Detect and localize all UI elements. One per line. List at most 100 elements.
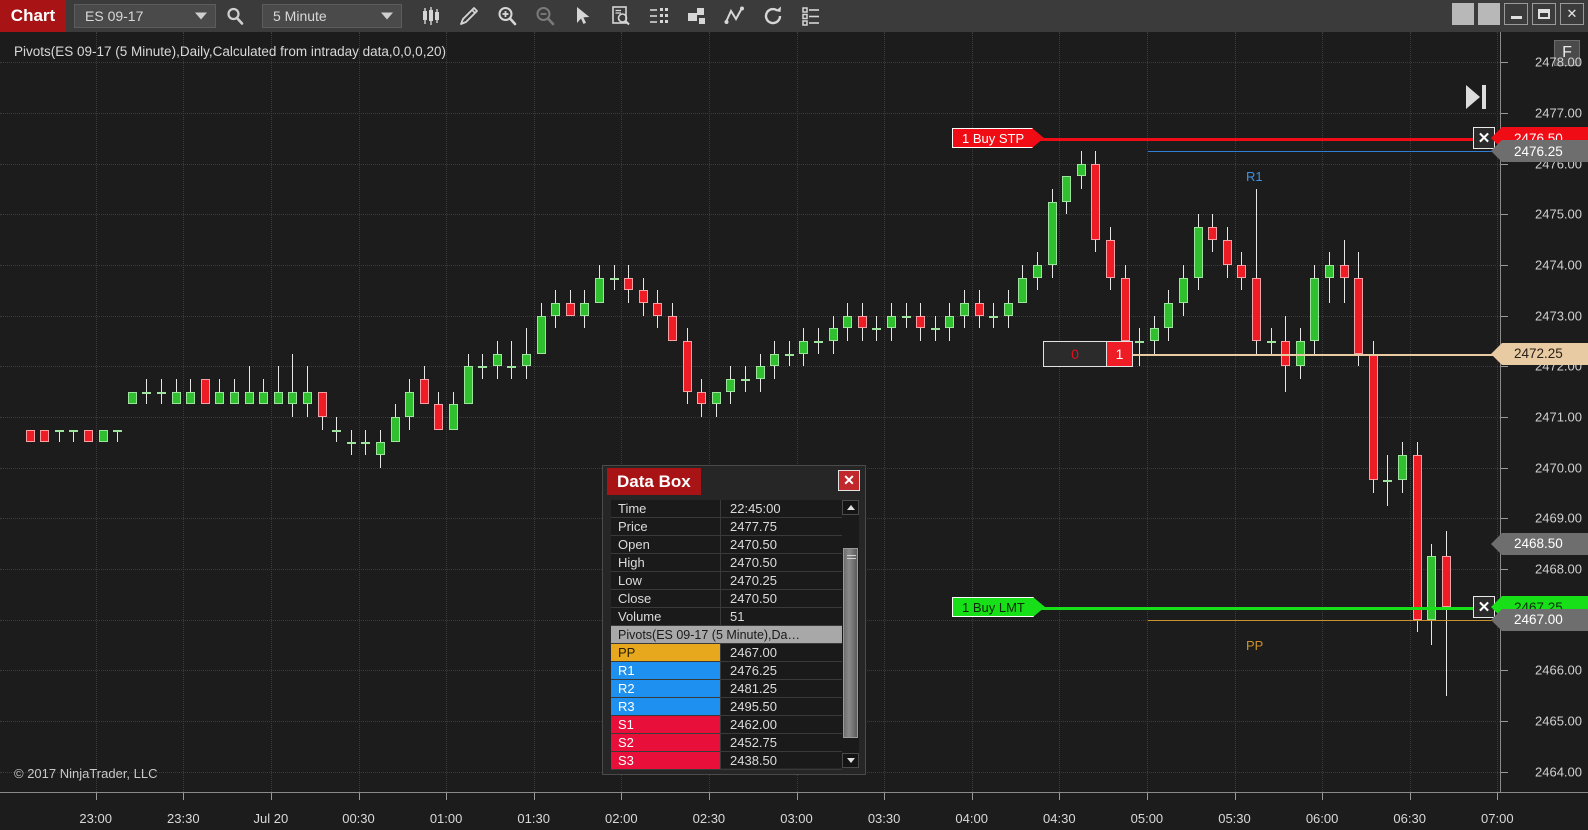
candlestick — [229, 379, 239, 405]
candlestick — [799, 328, 809, 367]
time-gridline — [358, 32, 360, 792]
close-button[interactable]: ✕ — [1560, 3, 1584, 25]
pp-indicator-label: PP — [1246, 637, 1264, 653]
pp-pivot-line[interactable] — [1148, 619, 1500, 621]
candle-body — [521, 353, 531, 367]
data-box-row[interactable]: Price 2477.75 — [611, 518, 842, 536]
period-selector[interactable]: 5 Minute — [262, 4, 402, 28]
candle-body — [536, 315, 546, 354]
data-box-row[interactable]: R1 2476.25 — [611, 662, 842, 680]
minimize-button[interactable] — [1504, 3, 1528, 25]
price-gridline — [0, 265, 1500, 267]
buy-limit-order-line[interactable] — [1035, 607, 1500, 611]
price-tick-label: 2477.00 — [1535, 105, 1582, 121]
candle-body — [1062, 176, 1072, 202]
candlestick — [1149, 315, 1159, 354]
title-bar: Chart ES 09-17 5 Minute ✕ — [0, 0, 1588, 32]
price-marker-value: 2467.00 — [1514, 612, 1563, 628]
price-axis[interactable]: F 2478.00 2477.00 2476.00 2475.00 2474.00 247… — [1491, 32, 1588, 792]
price-tick-label: 2470.00 — [1535, 460, 1582, 476]
entry-price-marker[interactable]: 2472.25 — [1491, 342, 1588, 365]
candle-body — [492, 353, 502, 367]
candle-body — [930, 328, 940, 331]
data-box-row[interactable]: Volume 51 — [611, 608, 842, 626]
workspace-block-one[interactable] — [1452, 3, 1474, 25]
candle-body — [1251, 277, 1261, 342]
candle-body — [1003, 303, 1013, 316]
data-box-close-button[interactable]: ✕ — [838, 470, 860, 491]
data-box-row[interactable]: Low 2470.25 — [611, 572, 842, 590]
candle-body — [1354, 277, 1364, 354]
candle-wick — [1328, 252, 1330, 304]
candle-body — [770, 353, 780, 367]
magnifier-icon[interactable] — [216, 0, 254, 32]
properties-icon[interactable] — [792, 0, 830, 32]
data-box-row[interactable]: S3 2438.50 — [611, 752, 842, 770]
data-box-row[interactable]: Open 2470.50 — [611, 536, 842, 554]
pp-price-marker[interactable]: 2467.00 — [1491, 608, 1588, 631]
data-box-panel[interactable]: Data Box ✕ Time 22:45:00 Price 2477.75 Open 2… — [602, 465, 866, 775]
candlestick — [755, 353, 765, 392]
scroll-down-button[interactable] — [842, 753, 859, 768]
position-pnl-cell[interactable]: 0 — [1044, 342, 1106, 366]
instrument-selector[interactable]: ES 09-17 — [74, 4, 216, 28]
time-tick-label: 04:30 — [1043, 811, 1076, 826]
workspace-block-two[interactable] — [1478, 3, 1500, 25]
strategies-icon[interactable] — [678, 0, 716, 32]
candlestick — [419, 366, 429, 405]
bar-type-icon[interactable] — [412, 0, 450, 32]
zoom-in-icon[interactable] — [488, 0, 526, 32]
candlestick — [54, 429, 64, 443]
scroll-up-button[interactable] — [842, 500, 859, 515]
last-price-marker[interactable]: 2468.50 — [1491, 532, 1588, 555]
indicators-icon[interactable] — [640, 0, 678, 32]
data-box-row-value: 2470.25 — [730, 573, 777, 588]
reload-icon[interactable] — [754, 0, 792, 32]
data-box-row[interactable]: Close 2470.50 — [611, 590, 842, 608]
r1-pivot-line[interactable] — [1148, 151, 1500, 153]
drawing-pencil-icon[interactable] — [450, 0, 488, 32]
zoom-out-icon[interactable] — [526, 0, 564, 32]
r1-price-marker[interactable]: 2476.25 — [1491, 140, 1588, 163]
position-quantity-cell[interactable]: 1 — [1106, 341, 1132, 366]
candle-body — [711, 391, 721, 405]
candlestick — [901, 303, 911, 329]
data-box-row-label: Close — [611, 590, 721, 607]
data-box-row[interactable]: S2 2452.75 — [611, 734, 842, 752]
maximize-button[interactable] — [1532, 3, 1556, 25]
candlestick — [1135, 328, 1145, 367]
time-gridline — [95, 32, 97, 792]
data-box-row[interactable]: Pivots(ES 09-17 (5 Minute),Da… — [611, 626, 842, 644]
buy-limit-order-tag[interactable]: 1 Buy LMT — [952, 597, 1045, 618]
time-gridline — [1234, 32, 1236, 792]
data-box-row[interactable]: R2 2481.25 — [611, 680, 842, 698]
skip-to-end-icon[interactable] — [1463, 82, 1489, 117]
position-display-box[interactable]: 01 — [1043, 340, 1133, 367]
data-box-row[interactable]: R3 2495.50 — [611, 698, 842, 716]
time-axis[interactable]: 23:00 23:30 Jul 20 00:30 01:00 01:30 02:00 02:3… — [0, 792, 1588, 830]
data-series-icon[interactable] — [602, 0, 640, 32]
candle-body — [638, 290, 648, 304]
candlestick — [1354, 252, 1364, 367]
data-box-row[interactable]: PP 2467.00 — [611, 644, 842, 662]
time-tick-label: 01:30 — [517, 811, 550, 826]
price-tick-mark — [1501, 366, 1508, 368]
data-box-row[interactable]: Time 22:45:00 — [611, 500, 842, 518]
candlestick — [886, 303, 896, 342]
chart-area[interactable]: R1 PP 1 Buy STP 1 Buy LMT ✕ ✕ 0 1 Pivots(ES 09-… — [0, 32, 1588, 830]
time-tick-label: 02:00 — [605, 811, 638, 826]
price-tick-label: 2474.00 — [1535, 257, 1582, 273]
buy-stop-order-line[interactable] — [1035, 138, 1500, 142]
data-box-row[interactable]: High 2470.50 — [611, 554, 842, 572]
data-box-row-value: 2470.50 — [730, 537, 777, 552]
candle-body — [799, 341, 809, 354]
scrollbar-thumb[interactable] — [843, 548, 858, 738]
chart-trader-icon[interactable] — [716, 0, 754, 32]
candlestick — [521, 328, 531, 380]
buy-stop-order-tag[interactable]: 1 Buy STP — [952, 128, 1045, 149]
data-box-scrollbar[interactable] — [842, 500, 859, 768]
data-box-row[interactable]: S1 2462.00 — [611, 716, 842, 734]
candlestick — [1339, 239, 1349, 304]
cursor-pointer-icon[interactable] — [564, 0, 602, 32]
chart-tab[interactable]: Chart — [0, 0, 66, 32]
